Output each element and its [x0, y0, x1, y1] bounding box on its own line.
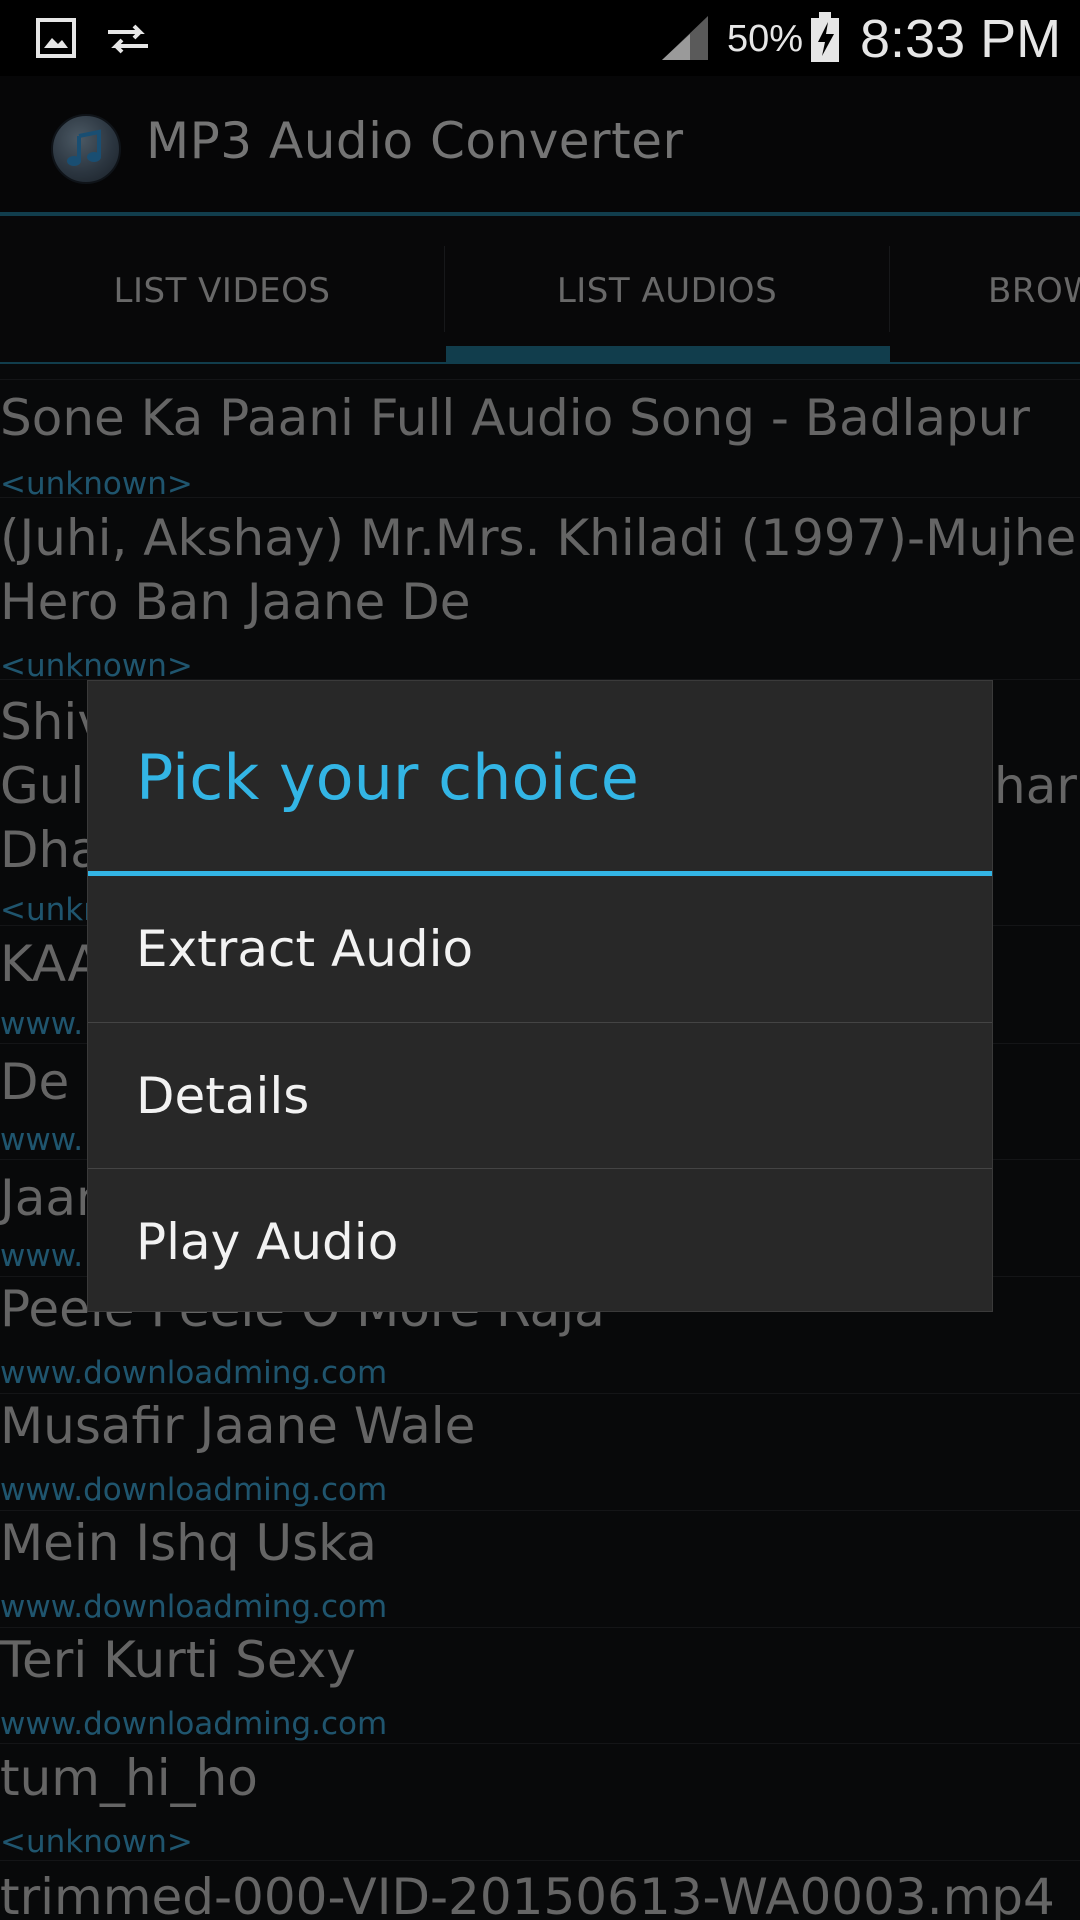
option-label: Play Audio — [136, 1213, 399, 1271]
option-label: Extract Audio — [136, 920, 474, 978]
battery-percent: 50% — [727, 18, 804, 60]
clock: 8:33 PM — [860, 9, 1062, 69]
play-audio-option[interactable]: Play Audio — [88, 1168, 992, 1314]
extract-audio-option[interactable]: Extract Audio — [88, 876, 992, 1022]
signal-icon — [660, 14, 710, 66]
data-transfer-icon — [104, 22, 152, 60]
details-option[interactable]: Details — [88, 1022, 992, 1168]
choice-dialog: Pick your choice Extract Audio Details P… — [88, 681, 992, 1311]
screen: 50% 8:33 PM MP3 Audio Converter LIST VID… — [0, 0, 1080, 1920]
dialog-title: Pick your choice — [136, 741, 639, 814]
gallery-icon — [36, 18, 76, 62]
status-bar: 50% 8:33 PM — [0, 0, 1080, 76]
battery-charging-icon — [810, 12, 840, 66]
option-label: Details — [136, 1067, 310, 1125]
